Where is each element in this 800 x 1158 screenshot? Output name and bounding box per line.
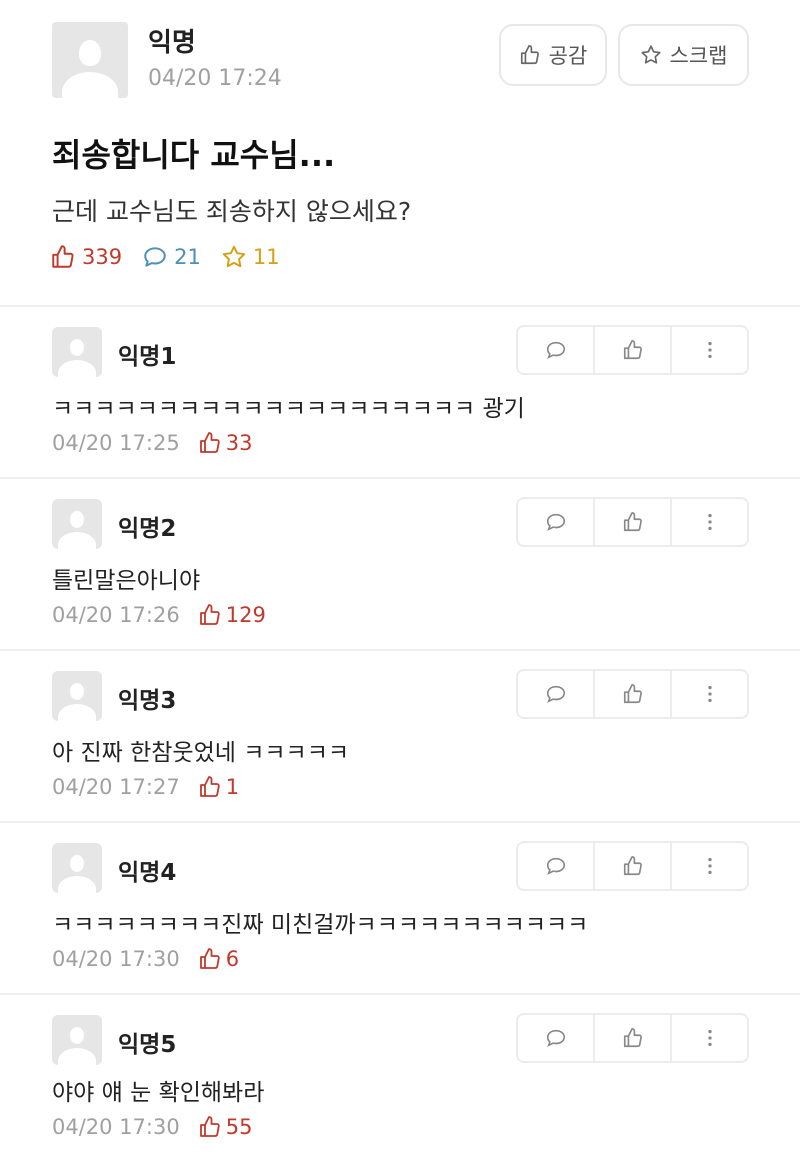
- vertical-dots-icon: [707, 513, 712, 531]
- comment-like-button[interactable]: [595, 499, 672, 545]
- like-button-label: 공감: [548, 44, 588, 68]
- more-button[interactable]: [672, 1015, 747, 1061]
- avatar: [52, 671, 102, 721]
- scrap-count: 11: [221, 244, 280, 270]
- vertical-dots-icon: [707, 1029, 712, 1047]
- more-button[interactable]: [672, 327, 747, 373]
- comment-item: 익명4 ㅋㅋㅋㅋㅋㅋㅋㅋ진짜 미친걸까ㅋㅋㅋㅋㅋㅋㅋㅋㅋㅋㅋ 04/20 17:…: [0, 821, 800, 993]
- avatar: [52, 22, 128, 98]
- comment-like-button[interactable]: [595, 327, 672, 373]
- thumbs-up-icon: [623, 340, 642, 360]
- post-title: 죄송합니다 교수님...: [52, 136, 336, 174]
- star-icon: [222, 245, 246, 268]
- vertical-dots-icon: [707, 685, 712, 703]
- comment-author: 익명5: [118, 1032, 177, 1058]
- scrap-button-label: 스크랩: [669, 44, 728, 68]
- more-button[interactable]: [672, 843, 747, 889]
- comment-time: 04/20 17:30: [52, 947, 180, 971]
- comment-item: 익명1 ㅋㅋㅋㅋㅋㅋㅋㅋㅋㅋㅋㅋㅋㅋㅋㅋㅋㅋㅋㅋ 광기 04/20 17:25 …: [0, 305, 800, 477]
- comment-time: 04/20 17:26: [52, 603, 180, 627]
- more-button[interactable]: [672, 671, 747, 717]
- reply-button[interactable]: [518, 327, 595, 373]
- comment-author: 익명3: [118, 688, 177, 714]
- comment-like-button[interactable]: [595, 843, 672, 889]
- avatar: [52, 327, 102, 377]
- comment-like-count: 33: [198, 431, 252, 455]
- scrap-button[interactable]: 스크랩: [618, 24, 749, 86]
- reply-button[interactable]: [518, 671, 595, 717]
- reply-button[interactable]: [518, 1015, 595, 1061]
- thumbs-up-icon: [199, 776, 220, 797]
- comment-time: 04/20 17:30: [52, 1115, 180, 1139]
- comment-meta: 04/20 17:25 33: [52, 431, 252, 455]
- post-body: 근데 교수님도 죄송하지 않으세요?: [52, 197, 412, 226]
- comment-item: 익명2 틀린말은아니야 04/20 17:26 129: [0, 477, 800, 649]
- comment-time: 04/20 17:25: [52, 431, 180, 455]
- thumbs-up-icon: [520, 45, 539, 65]
- thumbs-up-icon: [52, 245, 74, 268]
- avatar: [52, 843, 102, 893]
- reply-button[interactable]: [518, 499, 595, 545]
- comment-item: 익명5 야야 얘 눈 확인해봐라 04/20 17:30 55: [0, 993, 800, 1158]
- comment-like-count: 55: [198, 1115, 252, 1139]
- thumbs-up-icon: [623, 512, 642, 532]
- comment-meta: 04/20 17:27 1: [52, 775, 239, 799]
- speech-bubble-icon: [546, 1029, 565, 1047]
- star-icon: [640, 45, 661, 64]
- comment-actions: [516, 325, 749, 375]
- thumbs-up-icon: [199, 948, 220, 969]
- thumbs-up-icon: [623, 1028, 642, 1048]
- comment-text: ㅋㅋㅋㅋㅋㅋㅋㅋㅋㅋㅋㅋㅋㅋㅋㅋㅋㅋㅋㅋ 광기: [52, 396, 525, 422]
- post-time: 04/20 17:24: [148, 66, 282, 91]
- thumbs-up-icon: [199, 1116, 220, 1137]
- reply-button[interactable]: [518, 843, 595, 889]
- comment-actions: [516, 497, 749, 547]
- speech-bubble-icon: [144, 247, 166, 267]
- comment-text: 틀린말은아니야: [52, 568, 201, 594]
- comment-like-count: 6: [198, 947, 239, 971]
- speech-bubble-icon: [546, 513, 565, 531]
- thumbs-up-icon: [199, 604, 220, 625]
- post-stats: 339 21 11: [50, 244, 300, 270]
- vertical-dots-icon: [707, 341, 712, 359]
- comment-like-button[interactable]: [595, 1015, 672, 1061]
- post: 익명 04/20 17:24 공감 스크랩 죄송합니다 교수님... 근데 교수…: [0, 0, 800, 305]
- comment-text: 야야 얘 눈 확인해봐라: [52, 1080, 265, 1106]
- avatar: [52, 1015, 102, 1065]
- comment-meta: 04/20 17:30 6: [52, 947, 239, 971]
- comment-meta: 04/20 17:30 55: [52, 1115, 252, 1139]
- like-button[interactable]: 공감: [499, 24, 607, 86]
- avatar: [52, 499, 102, 549]
- thumbs-up-icon: [623, 856, 642, 876]
- comment-author: 익명1: [118, 344, 177, 370]
- thumbs-up-icon: [199, 432, 220, 453]
- comment-like-count: 1: [198, 775, 239, 799]
- comment-actions: [516, 1013, 749, 1063]
- comment-like-button[interactable]: [595, 671, 672, 717]
- post-author: 익명: [148, 28, 196, 58]
- speech-bubble-icon: [546, 685, 565, 703]
- speech-bubble-icon: [546, 341, 565, 359]
- comment-text: 아 진짜 한참웃었네 ㅋㅋㅋㅋㅋ: [52, 740, 350, 766]
- comment-item: 익명3 아 진짜 한참웃었네 ㅋㅋㅋㅋㅋ 04/20 17:27 1: [0, 649, 800, 821]
- comment-meta: 04/20 17:26 129: [52, 603, 266, 627]
- comment-actions: [516, 669, 749, 719]
- comment-author: 익명2: [118, 516, 177, 542]
- comment-author: 익명4: [118, 860, 177, 886]
- vertical-dots-icon: [707, 857, 712, 875]
- speech-bubble-icon: [546, 857, 565, 875]
- thumbs-up-icon: [623, 684, 642, 704]
- comment-like-count: 129: [198, 603, 266, 627]
- like-count: 339: [50, 244, 122, 270]
- comment-count: 21: [142, 244, 201, 270]
- more-button[interactable]: [672, 499, 747, 545]
- comment-actions: [516, 841, 749, 891]
- comment-text: ㅋㅋㅋㅋㅋㅋㅋㅋ진짜 미친걸까ㅋㅋㅋㅋㅋㅋㅋㅋㅋㅋㅋ: [52, 912, 589, 938]
- comment-time: 04/20 17:27: [52, 775, 180, 799]
